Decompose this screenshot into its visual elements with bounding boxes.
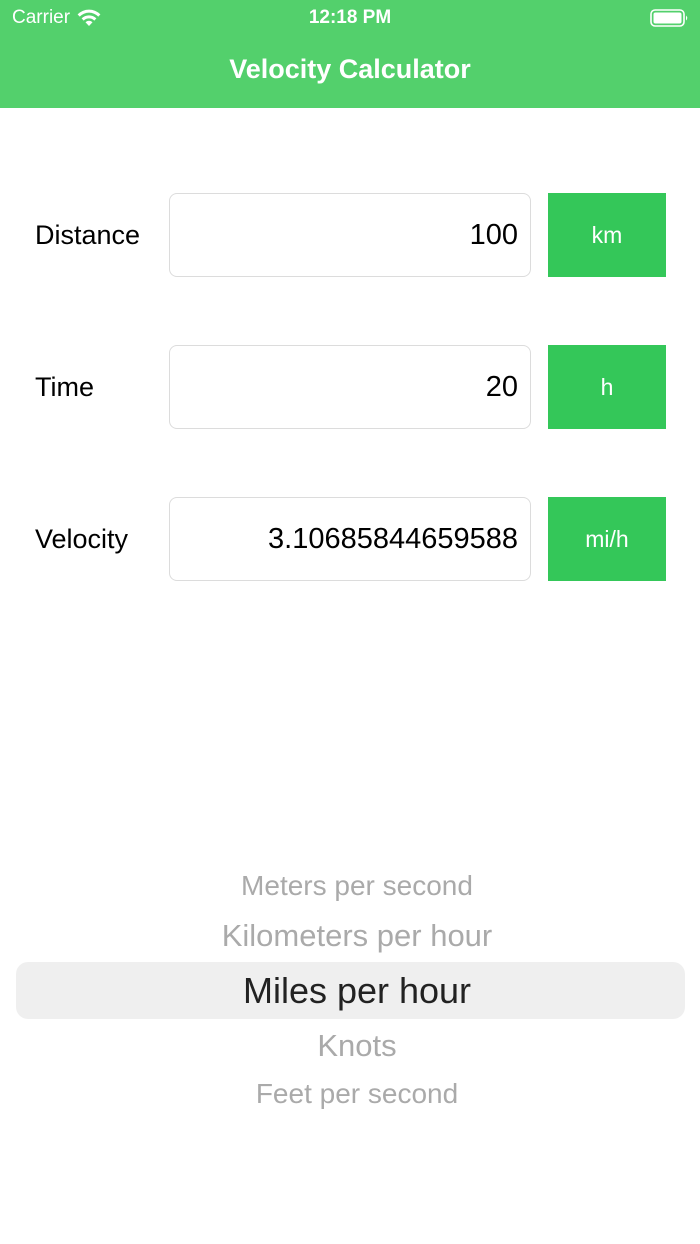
status-bar: Carrier 12:18 PM — [0, 0, 700, 36]
status-time: 12:18 PM — [308, 7, 392, 28]
battery-icon — [650, 9, 688, 27]
distance-unit-button[interactable]: km — [548, 193, 666, 277]
velocity-row: Velocity mi/h — [0, 497, 700, 581]
picker-option-miles-per-hour[interactable]: Miles per hour — [0, 970, 700, 1012]
page-title: Velocity Calculator — [229, 54, 471, 84]
velocity-input[interactable] — [169, 497, 531, 581]
picker-option-meters-per-second[interactable]: Meters per second — [0, 870, 700, 902]
distance-input[interactable] — [169, 193, 531, 277]
time-label: Time — [35, 372, 94, 402]
velocity-unit-button[interactable]: mi/h — [548, 497, 666, 581]
velocity-label: Velocity — [35, 524, 129, 554]
time-row: Time h — [0, 345, 700, 429]
picker-option-knots[interactable]: Knots — [0, 1028, 700, 1064]
distance-row: Distance km — [0, 193, 700, 277]
navigation-header: Carrier 12:18 PM Velocity Calculator — [0, 0, 700, 108]
time-input[interactable] — [169, 345, 531, 429]
picker-option-kilometers-per-hour[interactable]: Kilometers per hour — [0, 918, 700, 954]
unit-picker[interactable]: Meters per second Kilometers per hour Mi… — [0, 860, 700, 1120]
picker-option-feet-per-second[interactable]: Feet per second — [0, 1078, 700, 1110]
distance-label: Distance — [35, 220, 141, 250]
time-unit-button[interactable]: h — [548, 345, 666, 429]
